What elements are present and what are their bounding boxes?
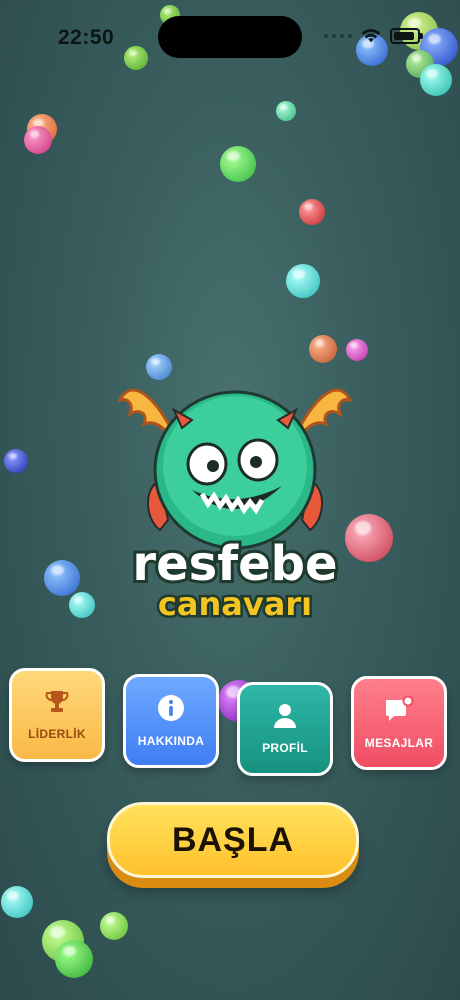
bubble: [55, 940, 93, 978]
chat-icon: [386, 696, 414, 721]
bubble: [69, 592, 95, 618]
dynamic-island: [158, 16, 302, 58]
monster-logo-icon: resfebe canavarı: [117, 388, 353, 626]
start-button-label: BAŞLA: [171, 820, 295, 859]
battery-icon: [390, 28, 423, 44]
trophy-icon: [45, 691, 69, 712]
user-icon: [274, 704, 296, 728]
logo-text-resfebe: resfebe: [132, 536, 337, 592]
leaderboard-label: LİDERLİK: [28, 727, 86, 741]
bubble: [100, 912, 128, 940]
logo-text-canavari: canavarı: [158, 585, 312, 623]
bubble: [44, 560, 80, 596]
leaderboard-button[interactable]: LİDERLİK: [9, 668, 105, 762]
bubble: [4, 449, 28, 473]
bubble: [276, 101, 296, 121]
profile-button[interactable]: PROFİL: [237, 682, 333, 776]
status-icons: [324, 28, 423, 44]
bubble: [299, 199, 325, 225]
wifi-icon: [361, 29, 381, 43]
status-time: 22:50: [58, 26, 115, 49]
info-icon: [158, 695, 184, 721]
bubble: [346, 339, 368, 361]
start-button[interactable]: BAŞLA: [107, 802, 359, 878]
bubble: [1, 886, 33, 918]
about-button[interactable]: HAKKINDA: [123, 674, 219, 768]
app-logo: resfebe canavarı: [110, 370, 360, 630]
bubble: [286, 264, 320, 298]
bubble: [24, 126, 52, 154]
signal-icon: [324, 34, 352, 38]
main-menu: LİDERLİK HAKKINDA PROFİL MESAJLAR: [0, 668, 460, 788]
messages-button[interactable]: MESAJLAR: [351, 676, 447, 770]
messages-label: MESAJLAR: [364, 736, 434, 750]
status-bar: 22:50: [0, 0, 460, 70]
about-label: HAKKINDA: [137, 734, 205, 748]
profile-label: PROFİL: [262, 741, 308, 755]
bubble: [309, 335, 337, 363]
bubble: [220, 146, 256, 182]
